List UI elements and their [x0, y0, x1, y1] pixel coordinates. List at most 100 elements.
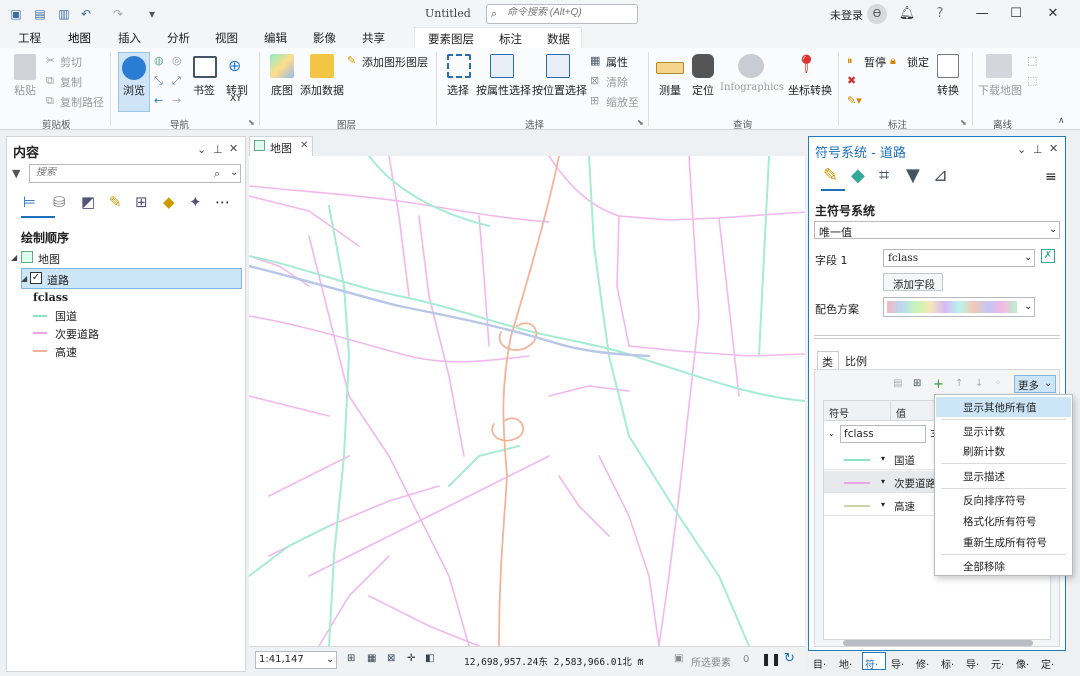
- collapse-map-icon[interactable]: ◢: [11, 253, 17, 262]
- avatar[interactable]: Ɵ: [867, 4, 887, 24]
- sync-icon[interactable]: ⬚: [1027, 54, 1037, 67]
- grid-snap-icon[interactable]: ⊠: [387, 653, 395, 664]
- lock-labels-button[interactable]: 锁定: [907, 54, 929, 70]
- collapse-ribbon-icon[interactable]: ∧: [1058, 116, 1065, 126]
- copy-button[interactable]: 复制: [60, 74, 82, 90]
- select-by-attributes-button[interactable]: 按属性选择: [476, 82, 531, 98]
- pane-tab-geoprocessing[interactable]: 地·: [839, 656, 852, 671]
- add-graphics-layer-button[interactable]: 添加图形图层: [362, 54, 428, 70]
- pause-drawing-icon[interactable]: ❚❚: [761, 652, 781, 666]
- forward-icon[interactable]: →: [172, 94, 181, 107]
- symbol-swatch[interactable]: [844, 505, 870, 507]
- tab-feature-layer[interactable]: 要素图层: [428, 31, 474, 47]
- color-scheme-select[interactable]: ⌄: [883, 297, 1035, 317]
- more-button[interactable]: 更多 ⌄: [1014, 375, 1056, 393]
- field-select[interactable]: fclass ⌄: [883, 249, 1035, 267]
- menu-item-format-all[interactable]: 格式化所有符号: [963, 514, 1037, 529]
- locate-button[interactable]: 定位: [692, 82, 714, 98]
- pane-tab-modify[interactable]: 修·: [916, 656, 929, 671]
- perspective-icon[interactable]: ✦: [189, 193, 202, 211]
- tab-view[interactable]: 视图: [215, 30, 238, 46]
- menu-item-reverse-order[interactable]: 反向排序符号: [963, 493, 1026, 508]
- pane-tab-import[interactable]: 导·: [966, 656, 979, 671]
- label-priority-icon[interactable]: ✎▾: [847, 94, 862, 107]
- unplaced-labels-icon[interactable]: ✖: [847, 74, 856, 87]
- tab-edit[interactable]: 编辑: [264, 30, 287, 46]
- tab-share[interactable]: 共享: [362, 30, 385, 46]
- launcher-icon[interactable]: ⬊: [637, 118, 644, 127]
- pane-menu-icon[interactable]: ⌄: [1017, 143, 1026, 156]
- tab-analysis[interactable]: 分析: [167, 30, 190, 46]
- pane-tab-element[interactable]: 元·: [991, 656, 1004, 671]
- tab-scales[interactable]: 比例: [845, 353, 867, 369]
- contents-search[interactable]: ⌕ ⌄: [29, 164, 241, 183]
- filter-icon[interactable]: ▼: [906, 165, 920, 186]
- scale-selector[interactable]: 1:41,147 ⌄: [255, 651, 337, 669]
- filter-icon[interactable]: ▼: [12, 167, 20, 180]
- symbol-layers-icon[interactable]: ⌗: [879, 165, 889, 186]
- drawing-order-icon[interactable]: ⊨: [23, 193, 36, 211]
- launcher-icon[interactable]: ⬊: [960, 118, 967, 127]
- attributes-button[interactable]: 属性: [606, 54, 628, 70]
- symbol-dropdown-icon[interactable]: ▾: [881, 454, 885, 463]
- refresh-icon[interactable]: ↻: [784, 651, 795, 666]
- snapping-icon[interactable]: ⊞: [135, 193, 148, 211]
- contents-search-input[interactable]: [36, 167, 196, 178]
- horizontal-scrollbar[interactable]: [823, 640, 1051, 646]
- symbol-swatch[interactable]: [844, 482, 870, 484]
- help-icon[interactable]: ?: [930, 4, 950, 24]
- pane-tab-label[interactable]: 标·: [941, 656, 954, 671]
- full-extent-icon[interactable]: ◍: [154, 54, 164, 67]
- customize-icon[interactable]: ▾: [144, 6, 160, 22]
- tab-data[interactable]: 数据: [547, 31, 570, 47]
- map-view[interactable]: 地图 ✕ 1:41,147 ⌄ ⊞ ▦ ⊠ ✛ ◧ 12,698,957.24东…: [249, 136, 805, 672]
- command-search-input[interactable]: [507, 7, 632, 18]
- infographics-button[interactable]: Infographics: [720, 82, 784, 93]
- paste-button[interactable]: 粘贴: [14, 82, 36, 98]
- pane-tab-export[interactable]: 导·: [891, 656, 904, 671]
- measure-button[interactable]: 测量: [659, 82, 681, 98]
- copy-path-button[interactable]: 复制路径: [60, 94, 104, 110]
- symbol-dropdown-icon[interactable]: ▾: [881, 500, 885, 509]
- expression-icon[interactable]: ✗: [1041, 249, 1055, 263]
- refresh-view-icon[interactable]: ◧: [425, 653, 434, 664]
- symbol-swatch[interactable]: [844, 459, 870, 461]
- add-values-icon[interactable]: ⊞: [913, 378, 921, 389]
- pane-tab-locate[interactable]: 定·: [1041, 656, 1054, 671]
- pin-icon[interactable]: ⊥: [1033, 143, 1043, 156]
- bookmarks-button[interactable]: 书签: [193, 82, 215, 98]
- selected-features-label[interactable]: 所选要素: [691, 654, 731, 669]
- pane-tab-symbology[interactable]: 符·: [862, 652, 886, 671]
- menu-item-show-all-other-values[interactable]: 显示其他所有值: [963, 400, 1037, 415]
- pause-labels-button[interactable]: 暂停: [864, 54, 886, 70]
- launcher-icon[interactable]: ⬊: [248, 118, 255, 127]
- zoom-full-icon[interactable]: ⊞: [347, 653, 355, 664]
- back-icon[interactable]: ←: [154, 94, 163, 107]
- symbol-dropdown-icon[interactable]: ▾: [881, 477, 885, 486]
- grid-icon[interactable]: ▦: [367, 653, 376, 664]
- redo-icon[interactable]: ↷: [110, 6, 126, 22]
- menu-item-regenerate-all[interactable]: 重新生成所有符号: [963, 535, 1047, 550]
- chevron-down-icon[interactable]: ⌄: [230, 167, 238, 178]
- pin-icon[interactable]: ⊥: [213, 143, 223, 156]
- pane-tab-image[interactable]: 像·: [1016, 656, 1029, 671]
- menu-item-show-count[interactable]: 显示计数: [963, 424, 1005, 439]
- sign-in-status[interactable]: 未登录: [830, 7, 863, 23]
- command-search[interactable]: ⌕: [486, 4, 638, 24]
- data-source-icon[interactable]: ⛁: [53, 193, 66, 211]
- collapse-group-icon[interactable]: ⌄: [828, 429, 835, 438]
- clear-button[interactable]: 清除: [606, 74, 628, 90]
- add-field-button[interactable]: 添加字段: [883, 273, 943, 291]
- remove-offline-icon[interactable]: ⬚: [1027, 74, 1037, 87]
- cut-button[interactable]: 剪切: [60, 54, 82, 70]
- labeling-list-icon[interactable]: ◆: [163, 193, 175, 211]
- advanced-symbology-icon[interactable]: ⊿: [933, 165, 948, 186]
- move-up-icon[interactable]: ↑: [955, 378, 963, 389]
- toggle-all-icon[interactable]: ▤: [893, 378, 902, 389]
- maximize-icon[interactable]: ☐: [1006, 4, 1026, 24]
- tab-project[interactable]: 工程: [18, 30, 41, 46]
- select-button[interactable]: 选择: [447, 82, 469, 98]
- vary-symbology-icon[interactable]: ◆: [851, 165, 865, 186]
- menu-item-show-description[interactable]: 显示描述: [963, 469, 1005, 484]
- open-icon[interactable]: ▤: [32, 6, 48, 22]
